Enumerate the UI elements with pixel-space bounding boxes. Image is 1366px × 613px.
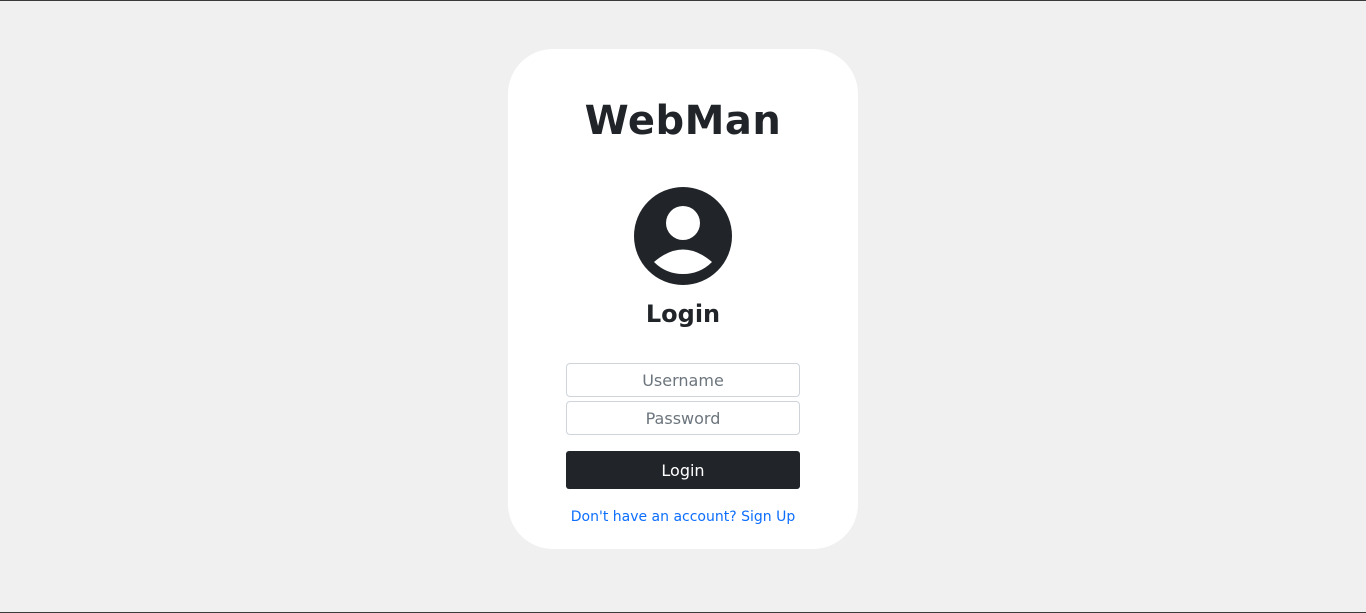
login-heading: Login <box>645 300 721 328</box>
username-input[interactable] <box>566 363 800 397</box>
password-input[interactable] <box>566 401 800 435</box>
app-title: WebMan <box>584 98 782 144</box>
login-card: WebMan Login Login Don't have an account… <box>508 49 858 549</box>
user-avatar-icon <box>634 187 732 285</box>
signup-link[interactable]: Don't have an account? Sign Up <box>508 507 858 527</box>
login-button[interactable]: Login <box>566 451 800 489</box>
